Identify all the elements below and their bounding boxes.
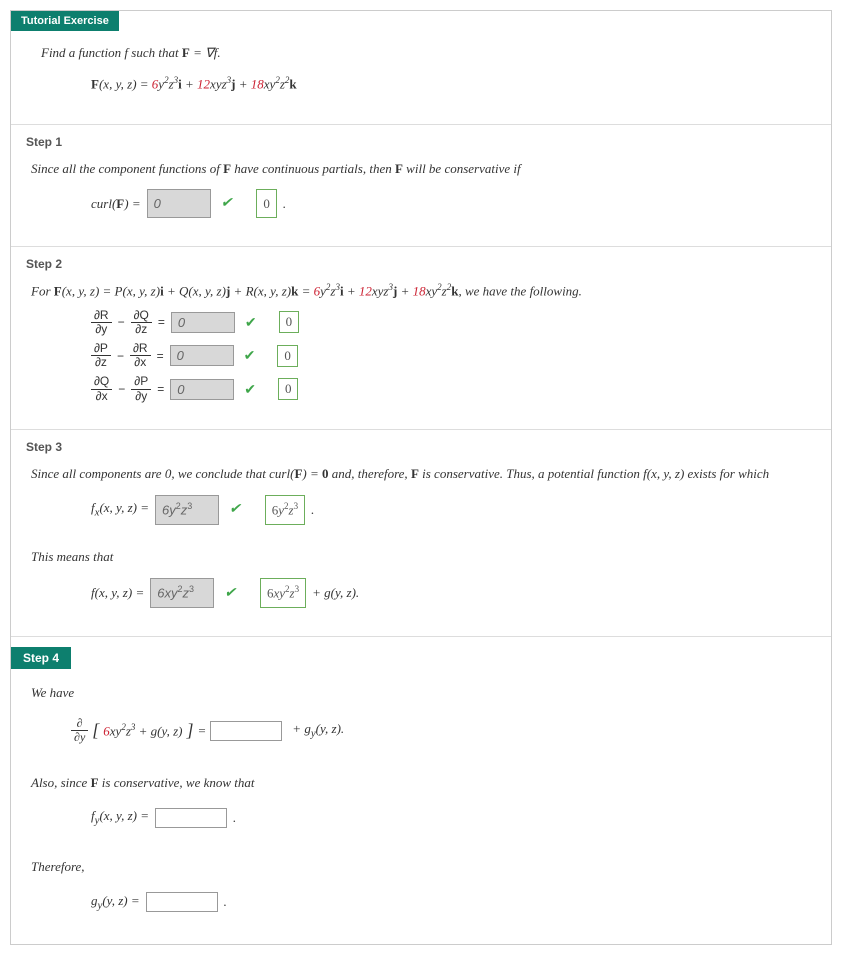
step2-row-0: ∂R∂y − ∂Q∂z = 0 ✔ 0: [31, 309, 811, 336]
curl-answer: 0: [256, 189, 277, 218]
f-input[interactable]: 6xy2z3: [150, 578, 214, 608]
check-icon: ✔: [224, 581, 236, 606]
fx-input[interactable]: 6y2z3: [155, 495, 219, 525]
curl-input[interactable]: 0: [147, 189, 211, 218]
step2-input-2[interactable]: 0: [170, 379, 234, 400]
step2-input-1[interactable]: 0: [170, 345, 234, 366]
check-icon: ✔: [244, 381, 256, 398]
check-icon: ✔: [245, 314, 257, 331]
step1-title: Step 1: [26, 135, 811, 149]
f-answer: 6xy2z3: [260, 578, 306, 608]
means-text: This means that: [31, 545, 811, 568]
check-icon: ✔: [244, 347, 256, 364]
step2-ans-1: 0: [277, 345, 298, 367]
step4-input-2[interactable]: [155, 808, 227, 828]
prompt-text: Find a function f such that F = ∇f.: [41, 45, 221, 60]
curl-label: curl(F) =: [91, 192, 141, 215]
check-icon: ✔: [221, 191, 233, 216]
step3-title: Step 3: [26, 440, 811, 454]
step2-title: Step 2: [26, 257, 811, 271]
header-tab: Tutorial Exercise: [11, 11, 119, 31]
step2-row-1: ∂P∂z − ∂R∂x = 0 ✔ 0: [31, 342, 811, 369]
step3-section: Step 3 Since all components are 0, we co…: [11, 430, 831, 637]
step2-ans-2: 0: [278, 378, 299, 400]
step4-section: Step 4 We have ∂∂y [ 6xy2z3 + g(y, z) ] …: [11, 637, 831, 944]
fx-answer: 6y2z3: [265, 495, 305, 525]
wehave: We have: [31, 681, 811, 704]
step2-ans-0: 0: [279, 311, 300, 333]
step4-title: Step 4: [11, 647, 71, 669]
step2-section: Step 2 For F(x, y, z) = P(x, y, z)i + Q(…: [11, 247, 831, 430]
step2-row-2: ∂Q∂x − ∂P∂y = 0 ✔ 0: [31, 375, 811, 402]
check-icon: ✔: [229, 497, 241, 522]
step4-input-3[interactable]: [146, 892, 218, 912]
therefore: Therefore,: [31, 855, 811, 878]
prompt-section: Find a function f such that F = ∇f. F(x,…: [11, 31, 831, 125]
step4-input-1[interactable]: [210, 721, 282, 741]
step1-section: Step 1 Since all the component functions…: [11, 125, 831, 247]
step2-input-0[interactable]: 0: [171, 312, 235, 333]
